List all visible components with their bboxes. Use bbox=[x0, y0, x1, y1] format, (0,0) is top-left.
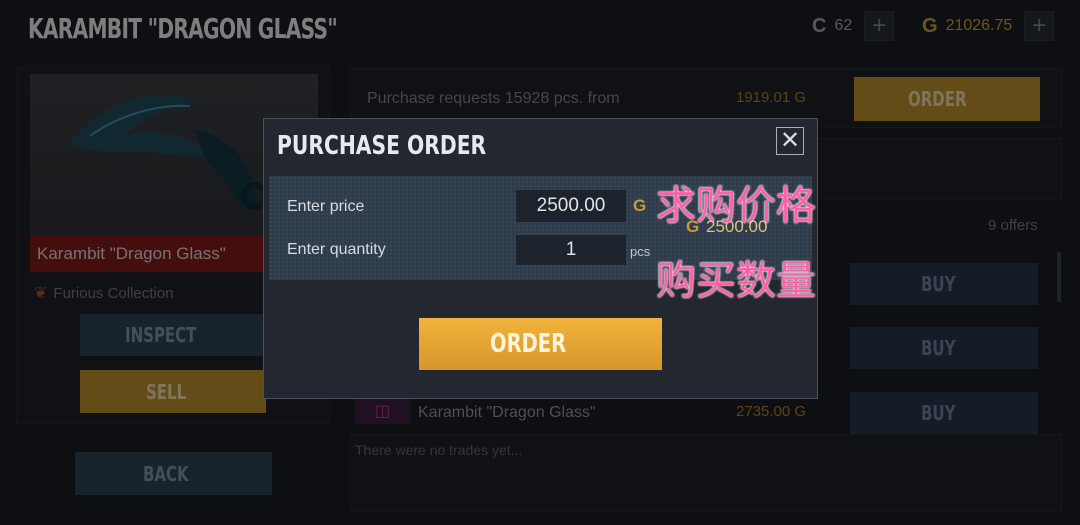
quantity-label: Enter quantity bbox=[287, 241, 386, 258]
quantity-annotation: 购买数量 bbox=[656, 258, 816, 304]
confirm-order-button[interactable]: ORDER bbox=[419, 318, 662, 370]
price-annotation: 求购价格 bbox=[656, 183, 816, 229]
dialog-title: PURCHASE ORDER bbox=[277, 131, 487, 161]
close-icon[interactable]: ✕ bbox=[776, 127, 804, 155]
quantity-unit: pcs bbox=[630, 244, 651, 259]
quantity-input[interactable] bbox=[516, 235, 626, 265]
price-input[interactable] bbox=[516, 190, 626, 222]
price-label: Enter price bbox=[287, 198, 365, 215]
gold-currency-icon: G bbox=[633, 196, 647, 215]
